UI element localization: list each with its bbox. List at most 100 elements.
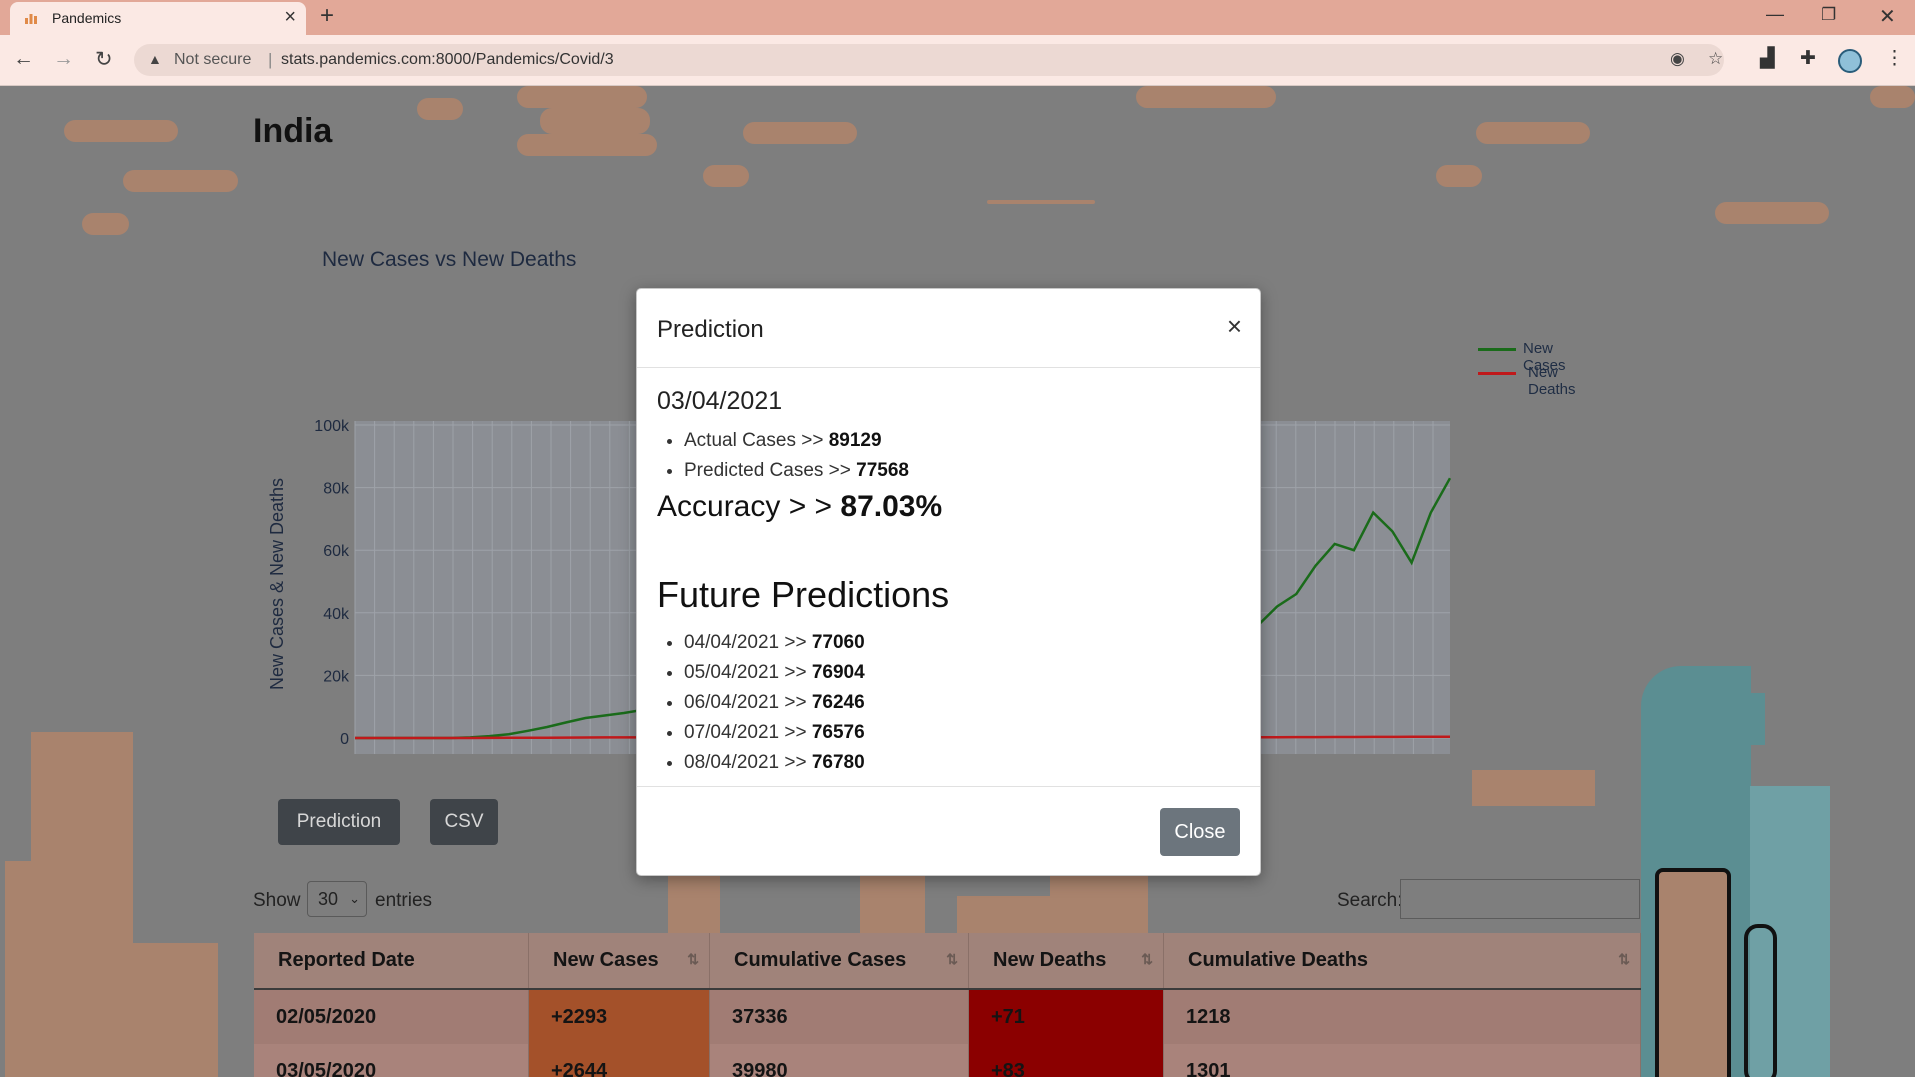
column-header-reported-date[interactable]: Reported Date [254,933,529,990]
decor-blob [1436,165,1482,187]
chart-title: New Cases vs New Deaths [322,248,577,271]
cell-cumulative-deaths: 1218 [1163,989,1641,1044]
tab-title: Pandemics [52,10,122,26]
address-bar[interactable]: ▲ Not secure | stats.pandemics.com:8000/… [134,44,1724,76]
modal-footer: Close [637,786,1260,875]
omnibox-separator: | [268,50,273,69]
close-button[interactable]: Close [1160,808,1240,856]
legend-swatch [1478,372,1516,375]
column-header-new-deaths[interactable]: New Deaths ⇅ [968,933,1164,990]
future-value: 76780 [811,752,865,773]
y-tick-label: 0 [340,731,349,748]
column-header-cumulative-cases[interactable]: Cumulative Cases ⇅ [709,933,969,990]
page-title: India [253,112,333,150]
csv-button[interactable]: CSV [430,799,498,845]
restore-icon[interactable]: ❐ [1821,5,1836,25]
table-row: 03/05/2020 +2644 39980 +83 1301 [254,1044,1641,1077]
y-tick-label: 20k [323,668,350,685]
legend-swatch [1478,348,1516,351]
decor-blob [987,200,1095,204]
modal-close-icon[interactable]: × [1227,311,1242,342]
cell-new-deaths: +71 [968,989,1164,1044]
cell-new-cases: +2293 [528,989,710,1044]
bookmark-star-icon[interactable]: ☆ [1708,49,1723,69]
future-value: 77060 [811,632,865,653]
prediction-modal: Prediction × 03/04/2021 Actual Cases >> … [636,288,1261,876]
sort-icon: ⇅ [1141,951,1153,967]
list-item: 08/04/2021 >> 76780 [684,748,1237,778]
extensions-puzzle-icon[interactable]: ✚ [1800,47,1816,70]
search-input[interactable] [1400,879,1640,919]
extension-metrics-icon[interactable]: ▟ [1760,47,1775,70]
cell-new-deaths: +83 [968,1044,1164,1077]
y-tick-label: 100k [314,418,350,435]
entries-value: 30 [318,889,339,909]
search-label: Search: [1337,890,1403,911]
reload-icon[interactable]: ↻ [95,47,113,72]
modal-header: Prediction × [637,289,1260,368]
prediction-button[interactable]: Prediction [278,799,400,845]
y-tick-label: 40k [323,606,350,623]
chevron-down-icon: ⌄ [349,891,360,906]
close-window-icon[interactable]: ✕ [1879,4,1896,29]
decor-blob [517,134,657,156]
list-item: 05/04/2021 >> 76904 [684,658,1237,688]
y-axis-label: New Cases & New Deaths [267,478,287,690]
column-header-new-cases[interactable]: New Cases ⇅ [528,933,710,990]
header-label: Cumulative Deaths [1188,949,1369,971]
decor-thermometer [1744,924,1777,1077]
minimize-icon[interactable]: — [1766,4,1784,25]
cell-cumulative-deaths: 1301 [1163,1044,1641,1077]
decor-building [5,861,31,1077]
accuracy-label: Accuracy > > [657,490,841,523]
list-item: Predicted Cases >> 77568 [684,456,1237,486]
decor-blob [517,86,647,108]
sort-icon: ⇅ [1618,951,1630,967]
y-tick-label: 60k [323,543,350,560]
decor-building [957,896,1050,936]
eye-blocked-icon[interactable]: ◉ [1670,49,1685,69]
not-secure-label: Not secure [174,51,252,68]
entries-label: entries [375,890,433,911]
decor-blob [1476,122,1590,144]
tab-close-icon[interactable]: × [284,6,296,29]
cell-cumulative-cases: 37336 [709,989,969,1044]
future-value: 76576 [811,722,865,743]
new-tab-icon[interactable]: + [320,2,334,30]
browser-title-bar: Pandemics × + — ❐ ✕ [0,0,1915,35]
header-label: New Deaths [993,949,1107,971]
column-header-cumulative-deaths[interactable]: Cumulative Deaths ⇅ [1163,933,1641,990]
decor-building [860,876,925,936]
list-item: 06/04/2021 >> 76246 [684,688,1237,718]
header-label: Reported Date [278,949,415,971]
decor-blob [540,108,650,134]
legend-label: New Deaths [1528,364,1576,398]
menu-dots-icon[interactable]: ⋮ [1885,47,1904,70]
decor-blob [1136,86,1276,108]
future-value: 76246 [811,692,865,713]
actual-vs-predicted-list: Actual Cases >> 89129 Predicted Cases >>… [657,426,1237,486]
decor-blob [64,120,178,142]
entries-select[interactable]: 30 ⌄ [307,881,367,917]
table-header-row: Reported Date New Cases ⇅ Cumulative Case… [254,933,1641,990]
browser-toolbar: ← → ↻ ▲ Not secure | stats.pandemics.com… [0,35,1915,86]
show-label: Show [253,890,301,911]
back-icon[interactable]: ← [13,47,34,71]
decor-blob [1870,86,1915,108]
decor-blob [417,98,463,120]
future-date: 06/04/2021 >> [684,692,812,713]
decor-hospital-sign [1680,693,1765,745]
sort-icon: ⇅ [687,951,699,967]
list-item: 07/04/2021 >> 76576 [684,718,1237,748]
url-text[interactable]: stats.pandemics.com:8000/Pandemics/Covid… [281,51,614,69]
forward-icon[interactable]: → [53,47,74,71]
sort-icon: ⇅ [946,951,958,967]
actual-cases-value: 89129 [828,430,882,451]
prediction-date: 03/04/2021 [657,387,783,415]
browser-tab[interactable]: Pandemics × [10,2,306,35]
list-item: Actual Cases >> 89129 [684,426,1237,456]
future-value: 76904 [811,662,865,683]
future-date: 07/04/2021 >> [684,722,812,743]
decor-building [1050,866,1148,936]
profile-avatar[interactable] [1838,49,1862,73]
